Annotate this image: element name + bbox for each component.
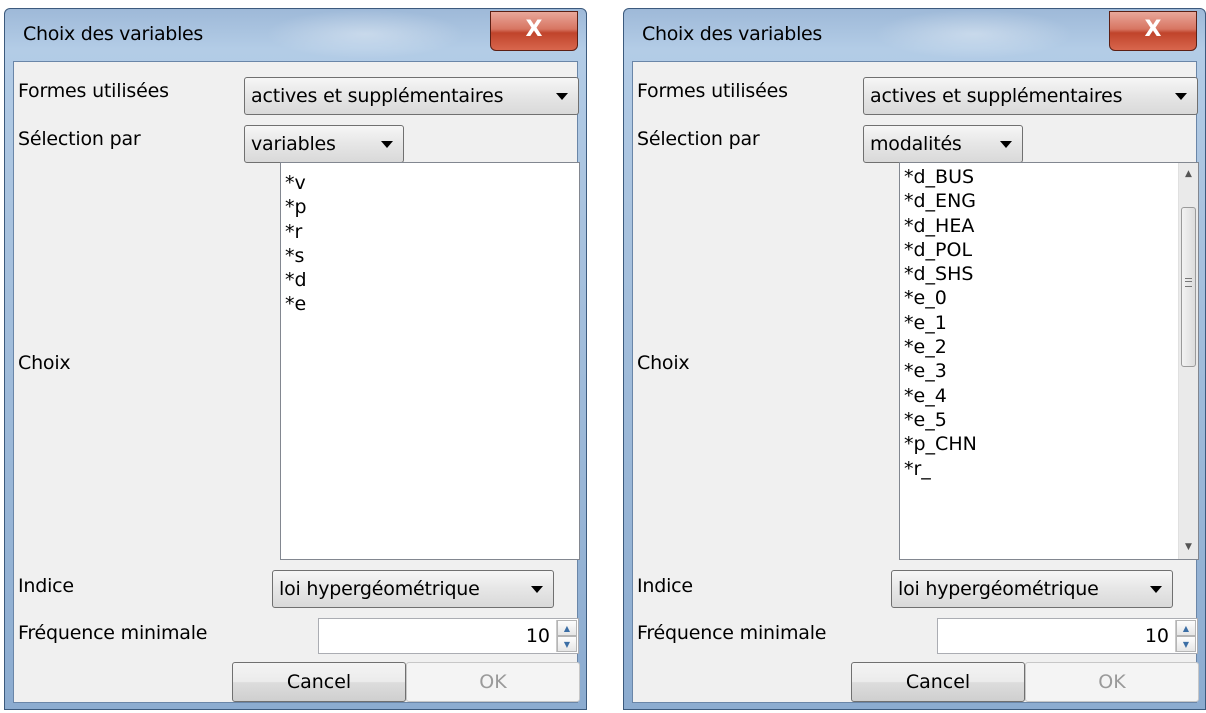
list-item[interactable]: *d_POL: [902, 238, 1178, 262]
selection-dropdown-value: variables: [251, 133, 336, 155]
formes-label: Formes utilisées: [18, 80, 169, 102]
chevron-down-icon: [381, 141, 393, 148]
frequence-spinbox[interactable]: 10 ▲ ▼: [937, 618, 1198, 654]
indice-label: Indice: [637, 575, 693, 597]
dialog-title: Choix des variables: [642, 23, 823, 45]
indice-label: Indice: [18, 575, 74, 597]
chevron-down-icon: [531, 586, 543, 593]
list-scrollbar[interactable]: ▲ ▼: [1178, 163, 1198, 559]
dialog-client-area: Formes utilisées actives et supplémentai…: [632, 61, 1199, 703]
list-item[interactable]: *e_4: [902, 384, 1178, 408]
selection-label: Sélection par: [637, 128, 760, 150]
choix-listbox[interactable]: *d_BUS *d_ENG *d_HEA *d_POL *d_SHS *e_0 *e_1 *e…: [899, 162, 1199, 560]
formes-dropdown[interactable]: actives et supplémentaires: [244, 77, 579, 115]
spin-up-icon[interactable]: ▲: [557, 620, 577, 636]
list-item[interactable]: *r_: [902, 457, 1178, 481]
list-item[interactable]: *d_ENG: [902, 189, 1178, 213]
list-item[interactable]: *e_2: [902, 335, 1178, 359]
ok-button[interactable]: OK: [406, 662, 580, 702]
choix-listbox[interactable]: *v *p *r *s *d *e: [280, 162, 580, 560]
close-button[interactable]: X: [490, 11, 578, 51]
list-item[interactable]: *p: [283, 195, 579, 219]
dialog-client-area: Formes utilisées actives et supplémentai…: [13, 61, 580, 703]
dialog-title: Choix des variables: [23, 23, 204, 45]
choix-label: Choix: [637, 352, 690, 374]
frequence-value[interactable]: 10: [526, 625, 550, 647]
spin-buttons: ▲ ▼: [1175, 620, 1196, 652]
title-bar-glass: [874, 9, 1074, 59]
list-item[interactable]: *d: [283, 268, 579, 292]
selection-label: Sélection par: [18, 128, 141, 150]
list-item[interactable]: *d_SHS: [902, 262, 1178, 286]
cancel-button[interactable]: Cancel: [851, 662, 1025, 702]
dialog-modalites-window: Choix des variables X Formes utilisées a…: [623, 8, 1206, 710]
selection-dropdown[interactable]: variables: [244, 125, 404, 163]
scrollbar-thumb[interactable]: [1181, 207, 1196, 367]
spin-down-icon[interactable]: ▼: [1176, 636, 1196, 652]
list-item[interactable]: *e_5: [902, 408, 1178, 432]
list-item[interactable]: *r: [283, 220, 579, 244]
close-icon[interactable]: X: [526, 17, 543, 42]
formes-dropdown-value: actives et supplémentaires: [870, 85, 1123, 107]
close-icon[interactable]: X: [1145, 17, 1162, 42]
title-bar-glass: [265, 9, 465, 59]
frequence-value[interactable]: 10: [1145, 625, 1169, 647]
spin-buttons: ▲ ▼: [556, 620, 577, 652]
close-button[interactable]: X: [1109, 11, 1197, 51]
list-item[interactable]: *e: [283, 292, 579, 316]
indice-dropdown-value: loi hypergéométrique: [279, 578, 480, 600]
frequence-label: Fréquence minimale: [637, 622, 827, 644]
list-item[interactable]: *p_CHN: [902, 432, 1178, 456]
list-item[interactable]: *s: [283, 244, 579, 268]
chevron-down-icon: [1150, 586, 1162, 593]
list-item[interactable]: *e_1: [902, 311, 1178, 335]
selection-dropdown[interactable]: modalités: [863, 125, 1023, 163]
cancel-button[interactable]: Cancel: [232, 662, 406, 702]
list-item[interactable]: *e_3: [902, 359, 1178, 383]
chevron-down-icon: [556, 93, 568, 100]
choix-label: Choix: [18, 352, 71, 374]
indice-dropdown[interactable]: loi hypergéométrique: [272, 570, 554, 608]
formes-label: Formes utilisées: [637, 80, 788, 102]
grip-icon: [1185, 278, 1192, 287]
formes-dropdown[interactable]: actives et supplémentaires: [863, 77, 1198, 115]
selection-dropdown-value: modalités: [870, 133, 962, 155]
list-item[interactable]: *d_HEA: [902, 214, 1178, 238]
choix-list-items: *d_BUS *d_ENG *d_HEA *d_POL *d_SHS *e_0 *e_1 *e…: [902, 165, 1178, 481]
list-item[interactable]: *e_0: [902, 286, 1178, 310]
spin-up-icon[interactable]: ▲: [1176, 620, 1196, 636]
indice-dropdown-value: loi hypergéométrique: [898, 578, 1099, 600]
indice-dropdown[interactable]: loi hypergéométrique: [891, 570, 1173, 608]
ok-button[interactable]: OK: [1025, 662, 1199, 702]
scroll-up-icon[interactable]: ▲: [1179, 165, 1198, 184]
spin-down-icon[interactable]: ▼: [557, 636, 577, 652]
frequence-label: Fréquence minimale: [18, 622, 208, 644]
formes-dropdown-value: actives et supplémentaires: [251, 85, 504, 107]
chevron-down-icon: [1175, 93, 1187, 100]
list-item[interactable]: *v: [283, 171, 579, 195]
dialog-variables-window: Choix des variables X Formes utilisées a…: [4, 8, 587, 710]
frequence-spinbox[interactable]: 10 ▲ ▼: [318, 618, 579, 654]
list-item[interactable]: *d_BUS: [902, 165, 1178, 189]
scroll-down-icon[interactable]: ▼: [1179, 538, 1198, 557]
chevron-down-icon: [1000, 141, 1012, 148]
